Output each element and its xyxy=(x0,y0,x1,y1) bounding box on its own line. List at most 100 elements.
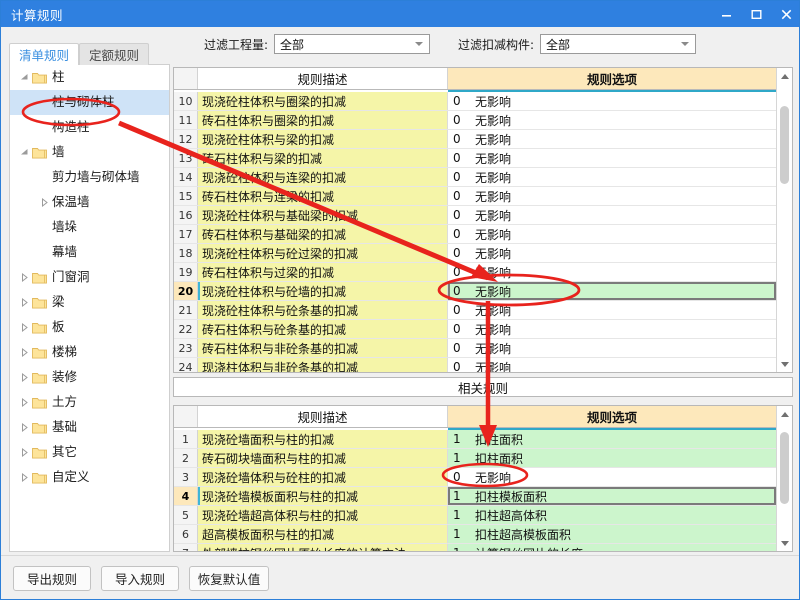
rule-description-cell[interactable]: 现浇砼墙体积与砼柱的扣减 xyxy=(198,468,448,486)
chevron-right-icon[interactable] xyxy=(16,423,32,432)
rule-option-cell[interactable]: 0 无影响 xyxy=(448,111,776,129)
table-row[interactable]: 15 砖石柱体积与连梁的扣减 0 无影响 xyxy=(174,187,792,206)
table-row[interactable]: 11 砖石柱体积与圈梁的扣减 0 无影响 xyxy=(174,111,792,130)
rule-description-cell[interactable]: 现浇砼柱体积与砼过梁的扣减 xyxy=(198,244,448,262)
rule-description-cell[interactable]: 现浇砼柱体积与砼墙的扣减 xyxy=(198,282,448,300)
tree-item-11[interactable]: 楼梯 xyxy=(10,340,169,365)
chevron-right-icon[interactable] xyxy=(16,473,32,482)
rule-description-cell[interactable]: 砖石柱体积与梁的扣减 xyxy=(198,149,448,167)
rule-option-cell[interactable]: 0 无影响 xyxy=(448,358,776,372)
rule-option-cell[interactable]: 0 无影响 xyxy=(448,301,776,319)
rule-option-cell[interactable]: 0 无影响 xyxy=(448,263,776,281)
rule-option-cell[interactable]: 1 扣柱面积 xyxy=(448,430,776,448)
rule-description-cell[interactable]: 现浇砼柱体积与连梁的扣减 xyxy=(198,168,448,186)
filter-deduct-select[interactable]: 全部 xyxy=(540,34,697,54)
table-row[interactable]: 4 现浇砼墙模板面积与柱的扣减 1 扣柱模板面积 xyxy=(174,487,792,506)
chevron-right-icon[interactable] xyxy=(16,348,32,357)
tree-item-15[interactable]: 其它 xyxy=(10,440,169,465)
tree-item-12[interactable]: 装修 xyxy=(10,365,169,390)
tree-item-10[interactable]: 板 xyxy=(10,315,169,340)
tree-item-6[interactable]: 墙垛 xyxy=(10,215,169,240)
tree-item-0[interactable]: 柱 xyxy=(10,65,169,90)
table-row[interactable]: 18 现浇砼柱体积与砼过梁的扣减 0 无影响 xyxy=(174,244,792,263)
related-grid-vscrollbar[interactable] xyxy=(776,406,792,551)
import-rules-button[interactable]: 导入规则 xyxy=(101,566,179,591)
chevron-down-icon[interactable] xyxy=(16,148,32,157)
rule-description-cell[interactable]: 现浇砼柱体积与砼条基的扣减 xyxy=(198,301,448,319)
rule-option-cell[interactable]: 0 无影响 xyxy=(448,244,776,262)
rule-description-cell[interactable]: 砖石柱体积与非砼条基的扣减 xyxy=(198,339,448,357)
tree-item-4[interactable]: 剪力墙与砌体墙 xyxy=(10,165,169,190)
related-grid-scroll-thumb[interactable] xyxy=(780,432,789,504)
export-rules-button[interactable]: 导出规则 xyxy=(13,566,91,591)
tab-quota-rules[interactable]: 定额规则 xyxy=(79,43,150,65)
table-row[interactable]: 2 砖石砌块墙面积与柱的扣减 1 扣柱面积 xyxy=(174,449,792,468)
tree-item-16[interactable]: 自定义 xyxy=(10,465,169,490)
tab-list-rules[interactable]: 清单规则 xyxy=(9,43,80,65)
chevron-right-icon[interactable] xyxy=(16,273,32,282)
rule-description-cell[interactable]: 现浇砼墙模板面积与柱的扣减 xyxy=(198,487,448,505)
table-row[interactable]: 3 现浇砼墙体积与砼柱的扣减 0 无影响 xyxy=(174,468,792,487)
table-row[interactable]: 23 砖石柱体积与非砼条基的扣减 0 无影响 xyxy=(174,339,792,358)
chevron-right-icon[interactable] xyxy=(16,373,32,382)
rule-option-cell[interactable]: 1 扣柱面积 xyxy=(448,449,776,467)
tree-item-2[interactable]: 构造柱 xyxy=(10,115,169,140)
chevron-right-icon[interactable] xyxy=(16,448,32,457)
tree-item-8[interactable]: 门窗洞 xyxy=(10,265,169,290)
main-grid-vscrollbar[interactable] xyxy=(776,68,792,372)
tree-item-1[interactable]: 柱与砌体柱 xyxy=(10,90,169,115)
tree-item-14[interactable]: 基础 xyxy=(10,415,169,440)
table-row[interactable]: 21 现浇砼柱体积与砼条基的扣减 0 无影响 xyxy=(174,301,792,320)
chevron-right-icon[interactable] xyxy=(36,198,52,207)
rule-description-cell[interactable]: 现浇砼墙超高体积与柱的扣减 xyxy=(198,506,448,524)
rule-description-cell[interactable]: 现浇柱体积与非砼条基的扣减 xyxy=(198,358,448,372)
rule-option-cell[interactable]: 0 无影响 xyxy=(448,187,776,205)
rule-description-cell[interactable]: 砖石砌块墙面积与柱的扣减 xyxy=(198,449,448,467)
table-row[interactable]: 5 现浇砼墙超高体积与柱的扣减 1 扣柱超高体积 xyxy=(174,506,792,525)
rule-option-cell[interactable]: 0 无影响 xyxy=(448,92,776,110)
rule-option-cell[interactable]: 0 无影响 xyxy=(448,282,776,300)
restore-defaults-button[interactable]: 恢复默认值 xyxy=(189,566,269,591)
related-grid-header-option[interactable]: 规则选项 xyxy=(448,406,776,427)
table-row[interactable]: 13 砖石柱体积与梁的扣减 0 无影响 xyxy=(174,149,792,168)
filter-quantity-select[interactable]: 全部 xyxy=(274,34,431,54)
close-icon[interactable] xyxy=(771,1,799,27)
rule-option-cell[interactable]: 0 无影响 xyxy=(448,339,776,357)
rule-description-cell[interactable]: 砖石柱体积与基础梁的扣减 xyxy=(198,225,448,243)
rule-option-cell[interactable]: 0 无影响 xyxy=(448,468,776,486)
rule-option-cell[interactable]: 1 扣柱超高模板面积 xyxy=(448,525,776,543)
tree-item-3[interactable]: 墙 xyxy=(10,140,169,165)
scroll-down-icon[interactable] xyxy=(777,535,792,551)
tree-item-5[interactable]: 保温墙 xyxy=(10,190,169,215)
table-row[interactable]: 6 超高模板面积与柱的扣减 1 扣柱超高模板面积 xyxy=(174,525,792,544)
table-row[interactable]: 22 砖石柱体积与砼条基的扣减 0 无影响 xyxy=(174,320,792,339)
rule-option-cell[interactable]: 1 扣柱模板面积 xyxy=(448,487,776,505)
related-rules-grid[interactable]: 规则描述 规则选项 1 现浇砼墙面积与柱的扣减 1 扣柱面积 2 砖石砌块墙面积与柱的扣减… xyxy=(173,405,793,552)
rule-option-cell[interactable]: 0 无影响 xyxy=(448,320,776,338)
maximize-icon[interactable] xyxy=(741,1,771,27)
rule-option-cell[interactable]: 0 无影响 xyxy=(448,130,776,148)
main-rules-grid[interactable]: 规则描述 规则选项 10 现浇砼柱体积与圈梁的扣减 0 无影响 11 砖石柱体积与圈梁的扣… xyxy=(173,67,793,373)
tree-item-7[interactable]: 幕墙 xyxy=(10,240,169,265)
chevron-down-icon[interactable] xyxy=(16,73,32,82)
rule-description-cell[interactable]: 外部墙柱钢丝网片原始长度的计算方法 xyxy=(198,544,448,551)
rule-option-cell[interactable]: 1 扣柱超高体积 xyxy=(448,506,776,524)
rule-option-cell[interactable]: 0 无影响 xyxy=(448,225,776,243)
scroll-down-icon[interactable] xyxy=(777,356,792,372)
rule-description-cell[interactable]: 砖石柱体积与砼条基的扣减 xyxy=(198,320,448,338)
table-row[interactable]: 24 现浇柱体积与非砼条基的扣减 0 无影响 xyxy=(174,358,792,372)
table-row[interactable]: 1 现浇砼墙面积与柱的扣减 1 扣柱面积 xyxy=(174,430,792,449)
main-grid-header-option[interactable]: 规则选项 xyxy=(448,68,776,89)
table-row[interactable]: 16 现浇砼柱体积与基础梁的扣减 0 无影响 xyxy=(174,206,792,225)
related-grid-header-description[interactable]: 规则描述 xyxy=(198,406,448,427)
table-row[interactable]: 10 现浇砼柱体积与圈梁的扣减 0 无影响 xyxy=(174,92,792,111)
table-row[interactable]: 20 现浇砼柱体积与砼墙的扣减 0 无影响 xyxy=(174,282,792,301)
rule-option-cell[interactable]: 0 无影响 xyxy=(448,206,776,224)
rule-description-cell[interactable]: 现浇砼柱体积与圈梁的扣减 xyxy=(198,92,448,110)
main-grid-header-description[interactable]: 规则描述 xyxy=(198,68,448,89)
main-grid-scroll-thumb[interactable] xyxy=(780,106,789,184)
scroll-up-icon[interactable] xyxy=(777,68,792,84)
rule-option-cell[interactable]: 0 无影响 xyxy=(448,149,776,167)
rule-description-cell[interactable]: 现浇砼柱体积与梁的扣减 xyxy=(198,130,448,148)
table-row[interactable]: 17 砖石柱体积与基础梁的扣减 0 无影响 xyxy=(174,225,792,244)
